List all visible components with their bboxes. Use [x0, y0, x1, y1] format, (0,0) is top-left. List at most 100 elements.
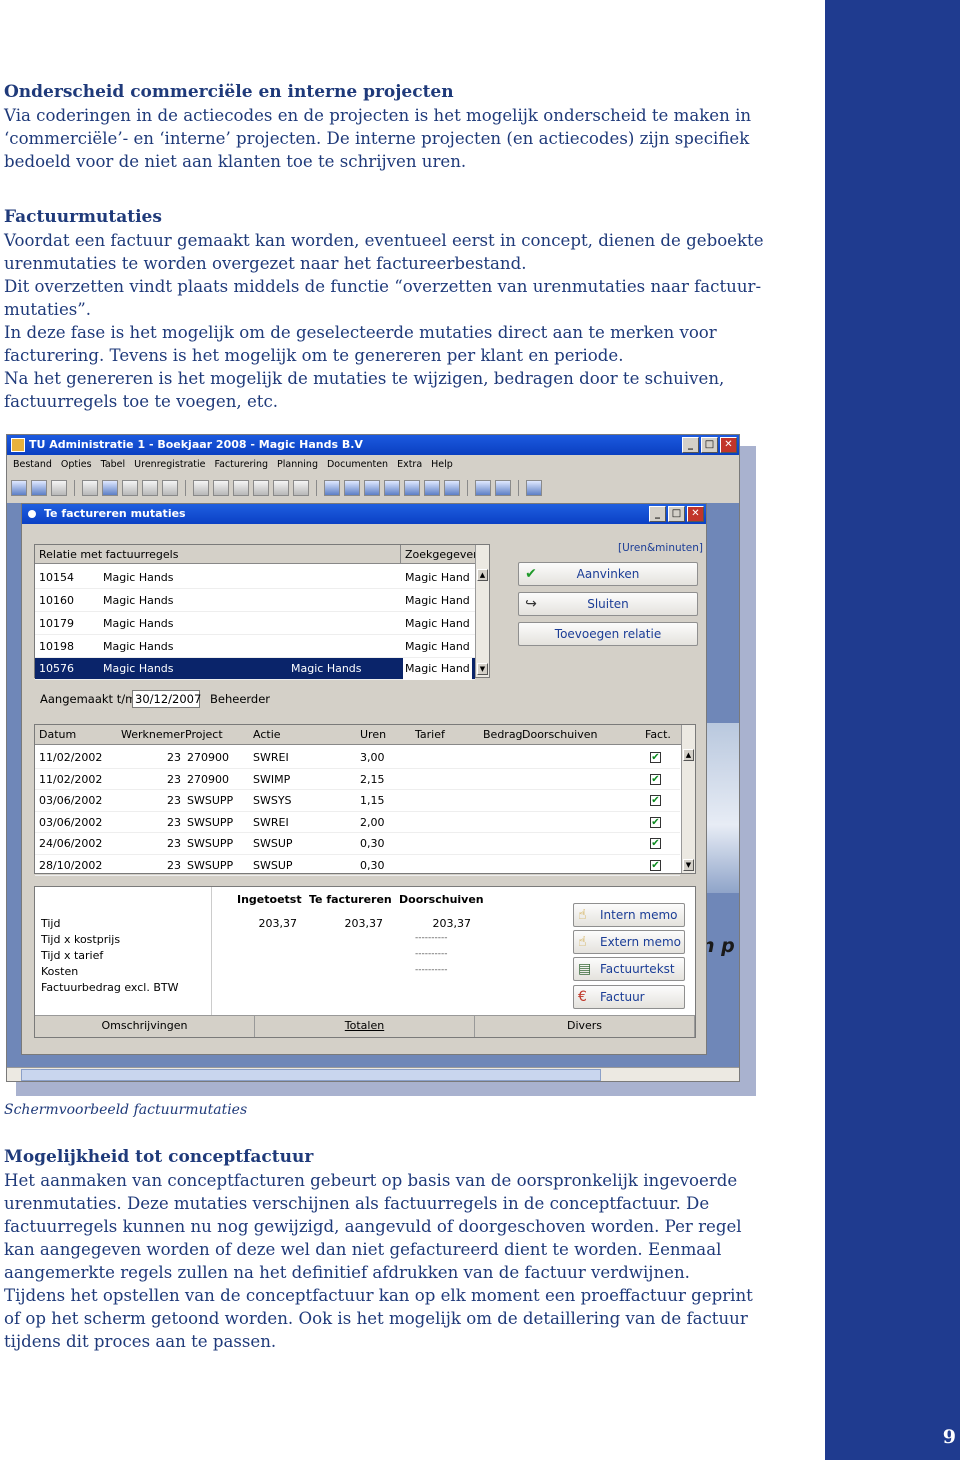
report-icon[interactable]	[253, 480, 269, 496]
tab-totalen[interactable]: Totalen	[255, 1016, 475, 1037]
table-row[interactable]: 10160 Magic Hands Magic Hand	[35, 590, 475, 612]
table-row[interactable]: 11/02/2002 23 270900 SWIMP 2,15 ✔	[35, 769, 680, 790]
scroll-up-icon[interactable]: ▲	[477, 569, 488, 581]
relation-grid-scrollbar[interactable]: ▲ ▼	[475, 545, 489, 677]
cell-employee: 23	[167, 815, 181, 829]
table-icon[interactable]	[364, 480, 380, 496]
close-button[interactable]: ✕	[720, 437, 737, 453]
invoice-checkbox[interactable]: ✔	[650, 773, 661, 785]
created-until-input[interactable]: 30/12/2007	[132, 690, 201, 708]
button-label: Factuurtekst	[600, 962, 675, 976]
menu-item-facturering[interactable]: Facturering	[215, 456, 269, 473]
table-row[interactable]: 10179 Magic Hands Magic Hand	[35, 613, 475, 635]
scroll-down-icon[interactable]: ▼	[683, 859, 694, 871]
invoice-checkbox[interactable]: ✔	[650, 838, 661, 849]
scrollbar-thumb[interactable]	[21, 1069, 601, 1081]
hand-icon: ☝	[578, 934, 587, 950]
column-header[interactable]: Datum	[39, 725, 76, 745]
paragraph-line: ‘commerciële’- en ‘interne’ projecten. D…	[4, 129, 750, 148]
column-header[interactable]: Tarief	[415, 725, 445, 745]
maximize-button[interactable]: □	[668, 506, 685, 522]
column-header[interactable]: Fact.	[645, 725, 671, 745]
column-header[interactable]: Zoekgegeven	[400, 545, 480, 564]
factuurtekst-button[interactable]: ▤ Factuurtekst	[573, 957, 685, 981]
invoice-checkbox[interactable]: ✔	[650, 859, 661, 871]
aanvinken-button[interactable]: ✔ Aanvinken	[518, 562, 698, 586]
column-header[interactable]: Bedrag	[483, 725, 523, 745]
delete-icon[interactable]	[142, 480, 158, 496]
maximize-button[interactable]: □	[701, 437, 718, 453]
folder-icon[interactable]	[31, 480, 47, 496]
totals-value: 203,37	[432, 917, 472, 930]
table-row[interactable]: 11/02/2002 23 270900 SWREI 3,00 ✔	[35, 747, 680, 769]
minimize-button[interactable]: _	[649, 506, 666, 522]
table-row[interactable]: 03/06/2002 23 SWSUPP SWSYS 1,15 ✔	[35, 790, 680, 812]
toevoegen-relatie-button[interactable]: Toevoegen relatie	[518, 622, 698, 646]
table-row[interactable]: 28/10/2002 23 SWSUPP SWSUP 0,30 ✔	[35, 855, 680, 876]
menu-item-documenten[interactable]: Documenten	[327, 456, 388, 473]
book-icon[interactable]	[213, 480, 229, 496]
report-icon[interactable]	[273, 480, 289, 496]
calendar-icon[interactable]	[324, 480, 340, 496]
key-icon[interactable]	[162, 480, 178, 496]
minimize-button[interactable]: _	[682, 437, 699, 453]
edit-icon[interactable]	[102, 480, 118, 496]
column-header[interactable]: Doorschuiven	[522, 725, 597, 745]
menu-item-planning[interactable]: Planning	[277, 456, 318, 473]
column-header[interactable]: Actie	[253, 725, 281, 745]
table-row[interactable]: 10198 Magic Hands Magic Hand	[35, 636, 475, 658]
menu-item-opties[interactable]: Opties	[61, 456, 92, 473]
open-icon[interactable]	[11, 480, 27, 496]
column-header[interactable]: Project	[185, 725, 223, 745]
menu-item-urenregistratie[interactable]: Urenregistratie	[134, 456, 205, 473]
settings-icon[interactable]	[344, 480, 360, 496]
section-invoice-mutations: Factuurmutaties Voordat een factuur gema…	[4, 206, 804, 413]
scroll-up-icon[interactable]: ▲	[683, 749, 694, 761]
tab-divers[interactable]: Divers	[475, 1016, 695, 1037]
refresh-icon[interactable]	[495, 480, 511, 496]
intern-memo-button[interactable]: ☝ Intern memo	[573, 903, 685, 927]
book-icon[interactable]	[193, 480, 209, 496]
close-button[interactable]: ✕	[687, 506, 704, 522]
horizontal-scrollbar[interactable]	[7, 1067, 739, 1081]
document-icon[interactable]	[51, 480, 67, 496]
cell-project: SWSUPP	[187, 837, 234, 850]
table-row[interactable]: 24/06/2002 23 SWSUPP SWSUP 0,30 ✔	[35, 833, 680, 855]
relation-name: Magic Hands	[103, 594, 174, 607]
column-header[interactable]: Uren	[360, 725, 386, 745]
factuur-button[interactable]: € Factuur	[573, 985, 685, 1009]
menu-item-extra[interactable]: Extra	[397, 456, 422, 473]
book-icon[interactable]	[233, 480, 249, 496]
button-label: Sluiten	[587, 597, 629, 611]
totals-header: Te factureren	[309, 893, 392, 906]
invoice-checkbox[interactable]: ✔	[650, 752, 661, 763]
print-icon[interactable]	[404, 480, 420, 496]
table-row-selected[interactable]: 10576 Magic Hands Magic Hands Magic Hand	[35, 658, 475, 680]
save-icon[interactable]	[82, 480, 98, 496]
extern-memo-button[interactable]: ☝ Extern memo	[573, 930, 685, 954]
column-header[interactable]: Werknemer	[121, 725, 185, 745]
pencil-icon[interactable]	[444, 480, 460, 496]
menu-item-tabel[interactable]: Tabel	[101, 456, 126, 473]
copy-icon[interactable]	[122, 480, 138, 496]
money-icon[interactable]	[424, 480, 440, 496]
table-row[interactable]: 03/06/2002 23 SWSUPP SWREI 2,00 ✔	[35, 812, 680, 833]
column-header[interactable]: Relatie met factuurregels	[35, 545, 400, 564]
help-icon[interactable]	[526, 480, 542, 496]
paragraph-line: urenmutaties te worden overgezet naar he…	[4, 254, 527, 273]
table-row[interactable]: 10154 Magic Hands Magic Hand	[35, 567, 475, 589]
relation-search: Magic Hand	[405, 571, 470, 584]
sluiten-button[interactable]: ↪ Sluiten	[518, 592, 698, 616]
invoice-checkbox[interactable]: ✔	[650, 816, 661, 828]
invoice-checkbox[interactable]: ✔	[650, 795, 661, 806]
invoice-icon[interactable]	[384, 480, 400, 496]
mutations-grid-scrollbar[interactable]: ▲ ▼	[681, 725, 695, 873]
book-icon[interactable]	[293, 480, 309, 496]
menu-item-bestand[interactable]: Bestand	[13, 456, 52, 473]
tab-omschrijvingen[interactable]: Omschrijvingen	[35, 1016, 255, 1037]
scroll-down-icon[interactable]: ▼	[477, 663, 488, 675]
menu-item-help[interactable]: Help	[431, 456, 453, 473]
chart-icon[interactable]	[475, 480, 491, 496]
totals-label: Tijd	[41, 917, 61, 930]
paragraph-line: urenmutaties. Deze mutaties verschijnen …	[4, 1194, 710, 1213]
